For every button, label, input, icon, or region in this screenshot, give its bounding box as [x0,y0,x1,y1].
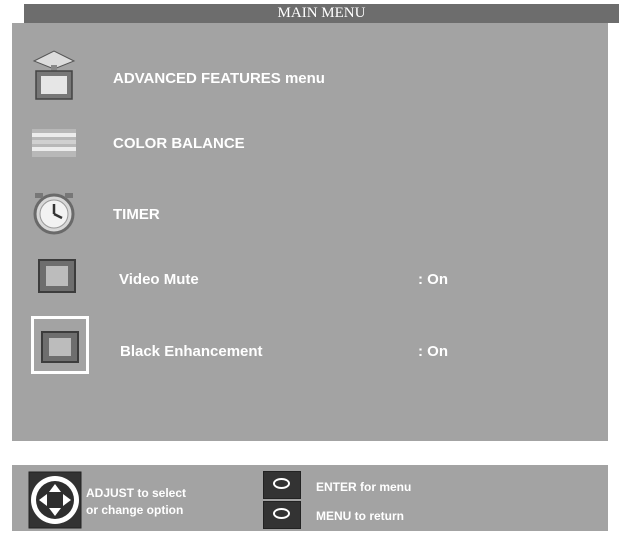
video-mute-label: Video Mute [119,271,199,288]
screen-icon [38,259,76,298]
adjust-hint-line1: ADJUST to select [86,486,187,500]
menu-item-timer[interactable]: TIMER [32,190,432,238]
menu-item-video-mute[interactable]: Video Mute : On [38,259,488,301]
color-balance-icon [32,123,76,166]
color-balance-label: COLOR BALANCE [113,135,245,152]
menu-item-color-balance[interactable]: COLOR BALANCE [32,123,432,167]
black-enhancement-label: Black Enhancement [120,343,263,360]
screen-icon [41,331,79,368]
enter-button-icon [263,471,301,499]
video-mute-value: : On [418,271,448,288]
directional-pad-icon [28,471,82,534]
menu-button-icon [263,501,301,529]
divider [0,441,619,465]
menu-title: MAIN MENU [24,4,619,23]
advanced-features-label: ADVANCED FEATURES menu [113,70,325,87]
adjust-hint-line2: or change option [86,503,184,517]
menu-hint: MENU to return [316,509,404,523]
timer-label: TIMER [113,206,160,223]
advanced-features-icon [32,47,76,108]
menu-item-black-enhancement[interactable]: Black Enhancement : On [41,331,491,373]
main-menu-panel: ADVANCED FEATURES menu COLOR BALANCE TIM… [12,23,608,441]
enter-hint: ENTER for menu [316,480,412,494]
button-hint-bar: ADJUST to select or change option ENTER … [12,465,608,531]
black-enhancement-value: : On [418,343,448,360]
alarm-clock-icon [32,190,76,243]
menu-item-advanced-features[interactable]: ADVANCED FEATURES menu [32,47,432,107]
